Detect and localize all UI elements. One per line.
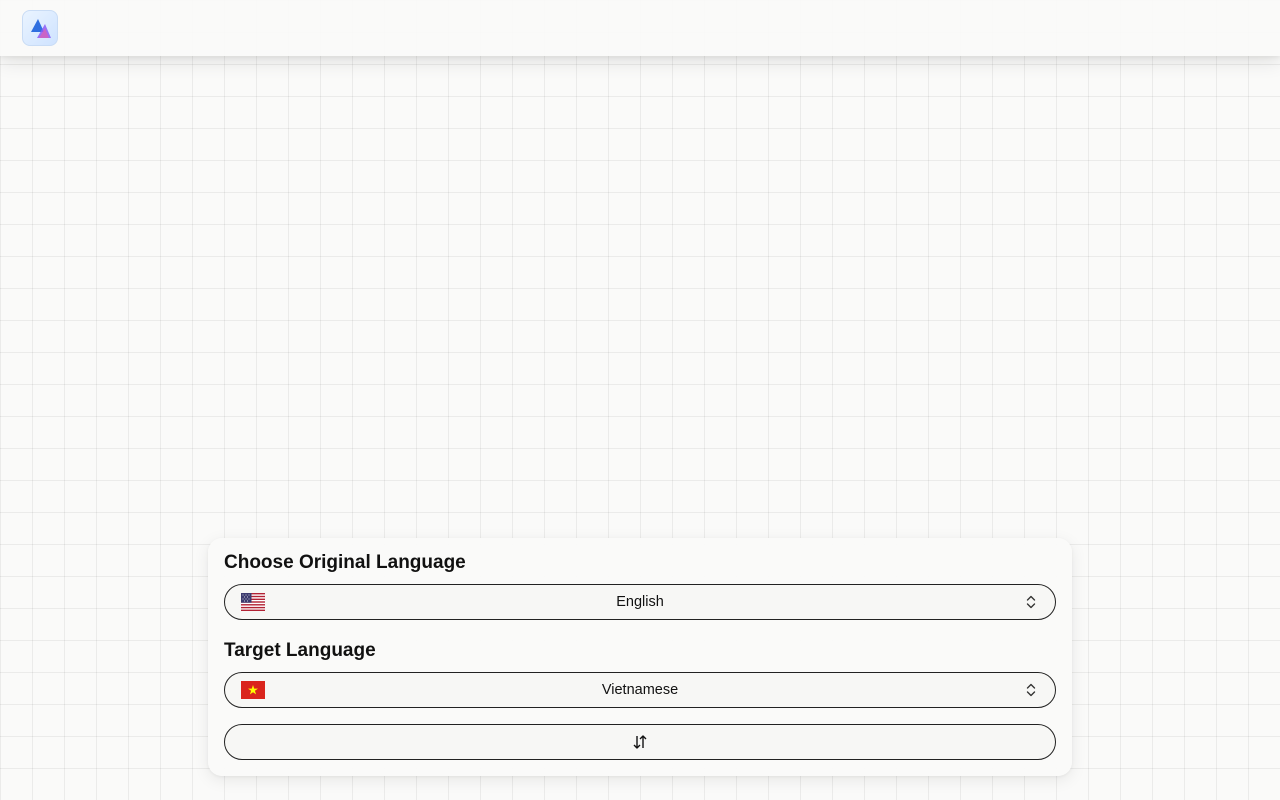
language-panel: Choose Original Language English Target bbox=[208, 538, 1072, 776]
swap-languages-button[interactable] bbox=[224, 724, 1056, 760]
original-language-select[interactable]: English bbox=[224, 584, 1056, 620]
target-language-title: Target Language bbox=[224, 640, 376, 661]
swap-vertical-arrows-icon bbox=[633, 735, 647, 749]
original-language-value: English bbox=[616, 594, 664, 610]
original-language-title: Choose Original Language bbox=[224, 552, 466, 573]
top-bar bbox=[0, 0, 1280, 56]
app-logo-icon[interactable] bbox=[22, 10, 58, 46]
chevron-up-down-icon bbox=[1026, 595, 1036, 609]
chevron-up-down-icon bbox=[1026, 683, 1036, 697]
target-language-select[interactable]: Vietnamese bbox=[224, 672, 1056, 708]
target-language-value: Vietnamese bbox=[601, 682, 679, 698]
